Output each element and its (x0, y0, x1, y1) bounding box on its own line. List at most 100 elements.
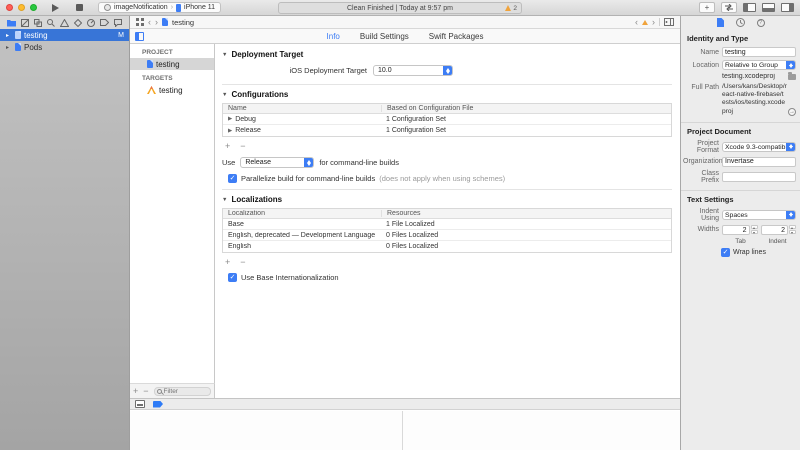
project-format-popup[interactable]: Xcode 9.3-compatible (722, 142, 796, 152)
find-navigator-icon[interactable] (47, 19, 55, 27)
targets-section-header: TARGETS (130, 70, 214, 84)
table-row[interactable]: English, deprecated — Development Langua… (223, 230, 671, 241)
breakpoints-toggle-button[interactable] (153, 401, 163, 408)
file-inspector-icon[interactable] (717, 18, 724, 27)
indent-width-value[interactable]: 2 (761, 225, 789, 235)
close-window-button[interactable] (6, 4, 13, 11)
project-doc-icon (15, 31, 21, 39)
history-inspector-icon[interactable] (736, 18, 745, 27)
forward-button[interactable]: › (155, 17, 158, 27)
back-button[interactable]: ‹ (148, 17, 151, 27)
remove-localization-button[interactable]: − (240, 258, 245, 267)
tab-build-settings[interactable]: Build Settings (360, 32, 409, 41)
name-field[interactable] (722, 47, 796, 57)
ios-deployment-target-popup[interactable]: 10.0 (373, 65, 453, 76)
location-popup[interactable]: Relative to Group (722, 60, 796, 70)
disclosure-right-icon[interactable]: ▶ (228, 128, 232, 134)
parallelize-build-row: Parallelize build for command-line build… (228, 174, 672, 183)
code-review-button[interactable] (721, 2, 737, 13)
configurations-table: Name Based on Configuration File ▶Debug … (222, 103, 672, 137)
disclosure-triangle-icon[interactable]: ▸ (6, 32, 12, 39)
base-internationalization-checkbox[interactable] (228, 273, 237, 282)
breakpoint-navigator-icon[interactable] (100, 19, 109, 26)
popup-value: 10.0 (374, 66, 443, 75)
stepper-arrows-icon[interactable] (751, 225, 758, 234)
disclosure-right-icon[interactable]: ▶ (228, 116, 232, 122)
toggle-navigator-button[interactable] (743, 3, 756, 12)
table-row[interactable]: ▶Release 1 Configuration Set (223, 125, 671, 136)
zoom-window-button[interactable] (30, 4, 37, 11)
disclosure-down-icon[interactable]: ▼ (222, 197, 227, 203)
column-localization[interactable]: Localization (223, 210, 381, 217)
run-button[interactable] (52, 4, 59, 12)
organization-field[interactable] (722, 157, 796, 167)
search-icon (157, 389, 162, 394)
tab-width-stepper[interactable]: 2 (722, 225, 758, 235)
column-resources[interactable]: Resources (381, 210, 671, 217)
project-format-row: Project Format Xcode 9.3-compatible (683, 140, 796, 154)
test-navigator-icon[interactable] (74, 19, 82, 27)
hide-debug-area-button[interactable] (135, 400, 145, 408)
previous-issue-button[interactable]: ‹ (635, 17, 638, 27)
target-item[interactable]: testing (130, 84, 214, 96)
reveal-in-finder-arrow-icon[interactable]: → (788, 108, 796, 116)
add-editor-button[interactable] (664, 18, 674, 26)
toggle-inspector-button[interactable] (781, 3, 794, 12)
column-based-on[interactable]: Based on Configuration File (381, 105, 671, 112)
disclosure-triangle-icon[interactable]: ▸ (6, 44, 12, 51)
choose-folder-icon[interactable] (788, 74, 796, 80)
project-item[interactable]: testing (130, 58, 214, 70)
console-view[interactable] (403, 411, 680, 450)
toggle-debug-area-button[interactable] (762, 3, 775, 12)
remove-configuration-button[interactable]: − (240, 142, 245, 151)
column-name[interactable]: Name (223, 105, 381, 112)
activity-viewer[interactable]: Clean Finished | Today at 9:57 pm 2 (278, 2, 522, 14)
class-prefix-field[interactable] (722, 172, 796, 182)
deployment-target-section-header[interactable]: ▼ Deployment Target (222, 50, 672, 59)
parallelize-checkbox[interactable] (228, 174, 237, 183)
disclosure-down-icon[interactable]: ▼ (222, 52, 227, 58)
variables-view[interactable] (130, 411, 403, 450)
indent-width-stepper[interactable]: 2 (761, 225, 797, 235)
symbol-navigator-icon[interactable] (34, 19, 42, 27)
add-localization-button[interactable]: + (225, 258, 230, 267)
report-navigator-icon[interactable] (114, 19, 122, 27)
popup-chevrons-icon (786, 211, 795, 219)
stop-button[interactable] (76, 4, 83, 11)
table-row[interactable]: Base 1 File Localized (223, 219, 671, 230)
command-line-config-popup[interactable]: Release (240, 157, 314, 168)
minimize-window-button[interactable] (18, 4, 25, 11)
sidebar-item-testing[interactable]: ▸ testing M (0, 29, 129, 41)
source-control-navigator-icon[interactable] (21, 19, 29, 27)
disclosure-down-icon[interactable]: ▼ (222, 92, 227, 98)
tab-info[interactable]: Info (327, 32, 340, 41)
configurations-section-header[interactable]: ▼ Configurations (222, 90, 672, 99)
tab-swift-packages[interactable]: Swift Packages (429, 32, 484, 41)
filter-input[interactable] (164, 388, 208, 395)
issue-navigator-icon[interactable] (60, 19, 69, 27)
jump-bar-file[interactable]: testing (172, 18, 194, 27)
library-button[interactable]: + (699, 2, 715, 13)
add-configuration-button[interactable]: + (225, 142, 230, 151)
project-navigator-icon[interactable] (7, 19, 16, 27)
status-message: Clean Finished | Today at 9:57 pm (347, 5, 453, 12)
stepper-arrows-icon[interactable] (789, 225, 796, 234)
add-target-button[interactable]: + (133, 387, 138, 396)
remove-target-button[interactable]: − (143, 387, 148, 396)
next-issue-button[interactable]: › (652, 17, 655, 27)
localizations-table: Localization Resources Base 1 File Local… (222, 208, 672, 253)
quick-help-inspector-icon[interactable]: ? (757, 19, 765, 27)
config-file: 1 Configuration Set (381, 127, 671, 134)
indent-using-popup[interactable]: Spaces (722, 210, 796, 220)
filter-field[interactable] (154, 387, 211, 396)
table-row[interactable]: ▶Debug 1 Configuration Set (223, 114, 671, 125)
scheme-selector[interactable]: imageNotification › iPhone 11 (98, 2, 221, 13)
debug-navigator-icon[interactable] (87, 19, 95, 27)
warning-badge[interactable]: 2 (505, 5, 517, 12)
table-row[interactable]: English 0 Files Localized (223, 241, 671, 252)
related-items-icon[interactable] (136, 18, 144, 26)
localizations-section-header[interactable]: ▼ Localizations (222, 195, 672, 204)
sidebar-item-pods[interactable]: ▸ Pods (0, 41, 129, 53)
tab-width-value[interactable]: 2 (722, 225, 750, 235)
wrap-lines-checkbox[interactable] (721, 248, 730, 257)
